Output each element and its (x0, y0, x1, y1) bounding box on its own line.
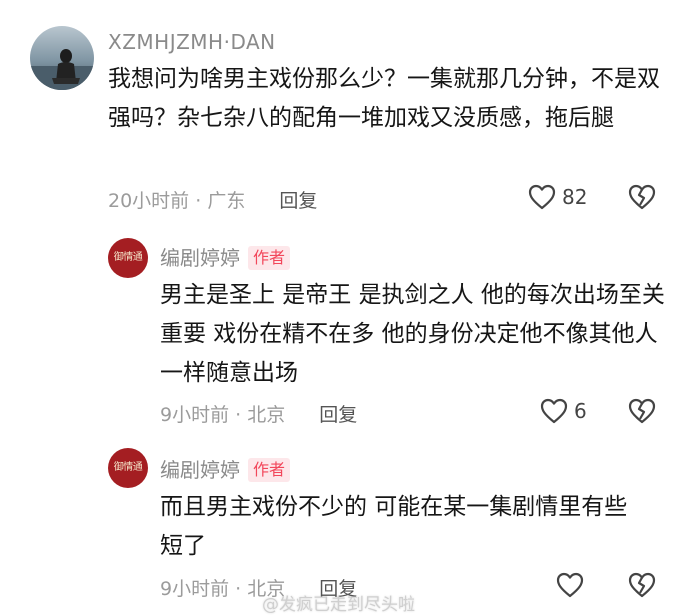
broken-heart-icon (628, 184, 656, 210)
like-button[interactable] (556, 572, 590, 598)
reply-button[interactable]: 回复 (279, 190, 317, 212)
heart-outline-icon (556, 572, 584, 598)
dislike-button[interactable] (628, 572, 656, 598)
dislike-button[interactable] (628, 184, 656, 210)
comment-time: 9小时前 (160, 404, 230, 426)
heart-outline-icon (528, 184, 556, 210)
comment-meta: 9小时前 · 北京 回复 (160, 404, 358, 426)
broken-heart-icon (628, 398, 656, 424)
broken-heart-icon (628, 572, 656, 598)
author-badge: 作者 (248, 458, 291, 482)
comment-text: 我想问为啥男主戏份那么少？一集就那几分钟，不是双强吗？杂七杂八的配角一堆加戏又没… (108, 66, 660, 131)
author-avatar[interactable]: 御情通 (108, 448, 148, 488)
like-button[interactable]: 82 (528, 184, 587, 210)
reply-button[interactable]: 回复 (319, 404, 357, 426)
author-name: 编剧婷婷 (160, 458, 240, 482)
avatar-logo-text: 御情通 (113, 462, 143, 473)
author-badge: 作者 (248, 246, 291, 270)
comment-time: 20小时前 (108, 190, 190, 212)
user-avatar[interactable] (30, 26, 94, 90)
heart-outline-icon (540, 398, 568, 424)
dislike-button[interactable] (628, 398, 656, 424)
comment-text: 而且男主戏份不少的 可能在某一集剧情里有些短了 (160, 494, 628, 559)
avatar-logo-text: 御情通 (113, 252, 143, 263)
comment-text: 男主是圣上 是帝王 是执剑之人 他的每次出场至关重要 戏份在精不在多 他的身份决… (160, 282, 665, 386)
comment-location: 北京 (247, 404, 286, 426)
avatar-photo (30, 26, 94, 90)
author-name: 编剧婷婷 (160, 246, 240, 270)
watermark: @发疯已走到尽头啦 (262, 595, 415, 615)
comment-location: 广东 (207, 190, 246, 212)
like-count: 6 (574, 399, 587, 423)
like-count: 82 (562, 185, 588, 209)
author-avatar[interactable]: 御情通 (108, 238, 148, 278)
comment-time: 9小时前 (160, 578, 230, 600)
like-button[interactable]: 6 (540, 398, 587, 424)
comment-meta: 20小时前 · 广东 回复 (108, 190, 318, 212)
comment-username[interactable]: 编剧婷婷 作者 (160, 242, 291, 271)
comment-username[interactable]: 编剧婷婷 作者 (160, 454, 291, 483)
comment-username[interactable]: XZMHJZMH·DAN (108, 30, 276, 54)
